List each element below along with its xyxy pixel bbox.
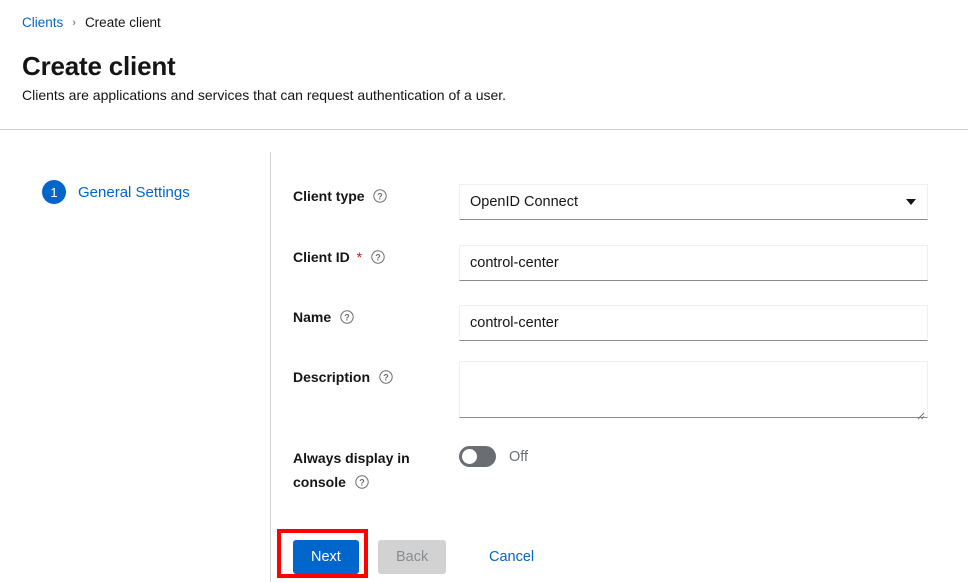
cancel-button[interactable]: Cancel [471, 540, 552, 574]
wizard-step-number: 1 [42, 180, 66, 204]
svg-text:?: ? [378, 191, 384, 201]
required-asterisk: * [356, 249, 363, 265]
client-type-select-value: OpenID Connect [470, 194, 579, 210]
field-name [459, 305, 928, 341]
label-always-display-in-console: Always display in console ? [293, 446, 443, 494]
label-client-type-text: Client type [293, 188, 365, 204]
breadcrumb: Clients › Create client [22, 14, 161, 32]
back-button: Back [378, 540, 447, 574]
svg-text:?: ? [344, 312, 350, 322]
always-display-toggle-wrap: Off [459, 446, 528, 467]
help-icon[interactable]: ? [340, 310, 354, 324]
page-title: Create client [22, 51, 176, 81]
field-description [459, 361, 928, 420]
label-name: Name ? [293, 305, 443, 329]
always-display-toggle[interactable] [459, 446, 496, 467]
description-textarea[interactable] [459, 361, 928, 420]
wizard-step-label: General Settings [78, 183, 190, 201]
field-client-id [459, 245, 928, 281]
page-subtitle: Clients are applications and services th… [22, 87, 507, 103]
svg-text:?: ? [359, 477, 365, 487]
label-description: Description ? [293, 365, 443, 389]
label-client-id: Client ID * ? [293, 245, 443, 269]
wizard-step-general-settings[interactable]: 1 General Settings [42, 180, 190, 204]
client-id-input[interactable] [459, 245, 928, 281]
header-divider [0, 129, 968, 130]
chevron-down-icon[interactable] [906, 199, 916, 205]
help-icon[interactable]: ? [371, 250, 385, 264]
breadcrumb-current-create-client: Create client [84, 15, 161, 30]
help-icon[interactable]: ? [355, 475, 369, 489]
always-display-toggle-state: Off [509, 448, 529, 465]
help-icon[interactable]: ? [379, 370, 393, 384]
svg-text:?: ? [383, 372, 389, 382]
resize-grip-icon[interactable] [917, 407, 925, 420]
label-client-type: Client type ? [293, 184, 443, 208]
help-icon[interactable]: ? [373, 189, 388, 203]
wizard-navigation: 1 General Settings [0, 152, 270, 582]
label-always-display-text: Always display in console [293, 450, 410, 490]
next-button[interactable]: Next [293, 540, 359, 574]
breadcrumb-link-clients[interactable]: Clients [22, 14, 63, 32]
field-always-display-in-console: Off [459, 446, 528, 467]
name-input[interactable] [459, 305, 928, 341]
chevron-right-icon: › [72, 17, 76, 29]
wizard-vertical-divider [270, 152, 271, 582]
toggle-knob [462, 449, 477, 464]
svg-text:?: ? [375, 252, 381, 262]
label-description-text: Description [293, 369, 371, 385]
client-type-select[interactable]: OpenID Connect [459, 184, 928, 220]
field-client-type: OpenID Connect [459, 184, 928, 220]
label-client-id-text: Client ID [293, 249, 350, 265]
label-name-text: Name [293, 309, 332, 325]
